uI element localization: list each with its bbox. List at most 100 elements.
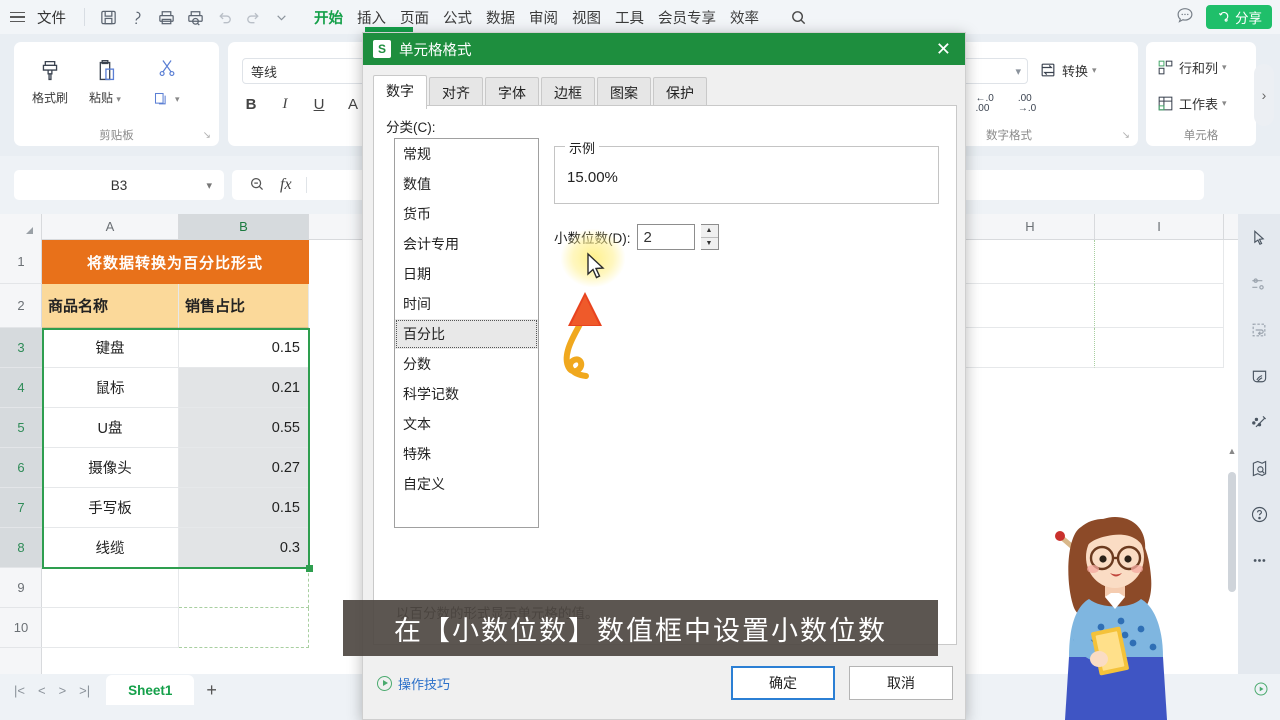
map-search-icon[interactable] [1247, 456, 1271, 480]
prev-sheet-button[interactable]: < [38, 683, 46, 698]
file-menu-button[interactable]: 文件 [31, 7, 72, 28]
selection-fill-handle[interactable] [306, 565, 313, 572]
cell-b7[interactable]: 0.15 [179, 488, 309, 528]
column-header-h[interactable]: H [966, 214, 1095, 240]
print-preview-icon[interactable] [186, 8, 205, 27]
decimal-places-input[interactable]: 2 [636, 224, 695, 250]
cell-a9[interactable] [42, 568, 179, 608]
tab-start[interactable]: 开始 [314, 7, 343, 28]
category-item-fraction[interactable]: 分数 [395, 349, 538, 379]
category-item-currency[interactable]: 货币 [395, 199, 538, 229]
feedback-icon[interactable] [1174, 5, 1196, 30]
convert-button[interactable]: 转换 ▾ [1038, 60, 1097, 80]
copy-button[interactable]: ▾ [150, 88, 180, 110]
rows-columns-button[interactable]: 行和列 ▾ [1156, 58, 1227, 77]
cell-a4[interactable]: 鼠标 [42, 368, 179, 408]
column-header-b[interactable]: B [179, 214, 309, 240]
worksheet-button[interactable]: 工作表 ▾ [1156, 94, 1227, 113]
cell-a2-header[interactable]: 商品名称 [42, 284, 179, 328]
sheet-tab-sheet1[interactable]: Sheet1 [106, 675, 195, 705]
category-item-custom[interactable]: 自定义 [395, 469, 538, 499]
tab-insert[interactable]: 插入 [357, 7, 386, 28]
last-sheet-button[interactable]: >| [79, 683, 90, 698]
row-header-5[interactable]: 5 [0, 408, 42, 448]
cell-b6[interactable]: 0.27 [179, 448, 309, 488]
cell-b8[interactable]: 0.3 [179, 528, 309, 568]
cell-a6[interactable]: 摄像头 [42, 448, 179, 488]
cancel-button[interactable]: 取消 [849, 666, 953, 700]
decrease-decimal-button[interactable]: .00 →.0 [1018, 94, 1036, 114]
cell-b10[interactable] [179, 608, 309, 648]
fx-icon[interactable]: fx [280, 176, 292, 194]
stepper-up-icon[interactable]: ▲ [700, 225, 718, 238]
number-expand-icon[interactable]: ↘ [1122, 130, 1130, 141]
more-options-icon[interactable] [1247, 548, 1271, 572]
cell-a8[interactable]: 线缆 [42, 528, 179, 568]
row-header-11[interactable] [0, 648, 42, 674]
select-all-corner[interactable] [0, 214, 42, 240]
cut-button[interactable] [154, 54, 180, 80]
row-header-4[interactable]: 4 [0, 368, 42, 408]
cell-b3[interactable]: 0.15 [179, 328, 309, 368]
close-icon[interactable]: ✕ [932, 40, 955, 58]
clipboard-expand-icon[interactable]: ↘ [203, 130, 211, 141]
cell-b2-header[interactable]: 销售占比 [179, 284, 309, 328]
cell-b5[interactable]: 0.55 [179, 408, 309, 448]
cursor-select-icon[interactable] [1247, 226, 1271, 250]
search-icon[interactable] [789, 8, 808, 27]
cell-h3[interactable] [966, 328, 1095, 368]
tab-efficiency[interactable]: 效率 [730, 7, 759, 28]
row-header-8[interactable]: 8 [0, 528, 42, 568]
row-header-3[interactable]: 3 [0, 328, 42, 368]
chevron-down-icon[interactable] [273, 9, 290, 26]
tab-page[interactable]: 页面 [400, 7, 429, 28]
cell-i1[interactable] [1095, 240, 1224, 284]
save-icon[interactable] [99, 8, 118, 27]
cell-a1-title[interactable]: 将数据转换为百分比形式 [42, 240, 309, 284]
cell-h2[interactable] [966, 284, 1095, 328]
cell-b9[interactable] [179, 568, 309, 608]
ok-button[interactable]: 确定 [731, 666, 835, 700]
scroll-up-icon[interactable]: ▲ [1226, 446, 1238, 456]
row-header-2[interactable]: 2 [0, 284, 42, 328]
chevron-down-icon[interactable]: ▾ [175, 94, 180, 105]
cell-b4[interactable]: 0.21 [179, 368, 309, 408]
stepper-down-icon[interactable]: ▼ [700, 237, 718, 249]
tab-formula[interactable]: 公式 [443, 7, 472, 28]
row-header-9[interactable]: 9 [0, 568, 42, 608]
redo-icon[interactable] [244, 8, 263, 27]
tab-data[interactable]: 数据 [486, 7, 515, 28]
tab-view[interactable]: 视图 [572, 7, 601, 28]
search-doc-icon[interactable] [128, 8, 147, 27]
format-painter-button[interactable]: 格式刷 [32, 56, 68, 106]
chevron-down-icon[interactable]: ▾ [1222, 98, 1227, 109]
operation-tips-link[interactable]: 操作技巧 [377, 674, 450, 693]
row-header-7[interactable]: 7 [0, 488, 42, 528]
category-item-time[interactable]: 时间 [395, 289, 538, 319]
category-item-accounting[interactable]: 会计专用 [395, 229, 538, 259]
cell-a3[interactable]: 键盘 [42, 328, 179, 368]
column-header-i[interactable]: I [1095, 214, 1224, 240]
category-item-percentage[interactable]: 百分比 [395, 319, 538, 349]
cell-h1[interactable] [966, 240, 1095, 284]
undo-icon[interactable] [215, 8, 234, 27]
italic-button[interactable]: I [276, 96, 294, 113]
add-sheet-button[interactable]: + [206, 680, 217, 701]
tab-member[interactable]: 会员专享 [658, 7, 716, 28]
row-header-1[interactable]: 1 [0, 240, 42, 284]
settings-sliders-icon[interactable] [1247, 272, 1271, 296]
chevron-down-icon[interactable]: ▾ [116, 94, 121, 104]
name-box[interactable]: B3 ▾ [14, 170, 224, 200]
category-item-date[interactable]: 日期 [395, 259, 538, 289]
next-sheet-button[interactable]: > [59, 683, 67, 698]
column-header-a[interactable]: A [42, 214, 179, 240]
category-item-text[interactable]: 文本 [395, 409, 538, 439]
increase-decimal-button[interactable]: ←.0.00 [975, 94, 993, 114]
paste-button[interactable]: 粘贴 ▾ [89, 56, 121, 106]
ribbon-scroll-right-button[interactable]: › [1254, 64, 1274, 126]
chevron-down-icon[interactable]: ▾ [1015, 65, 1021, 78]
scrollbar-thumb[interactable] [1228, 472, 1236, 592]
tab-tools[interactable]: 工具 [615, 7, 644, 28]
chevron-down-icon[interactable]: ▾ [1222, 62, 1227, 73]
cell-a7[interactable]: 手写板 [42, 488, 179, 528]
